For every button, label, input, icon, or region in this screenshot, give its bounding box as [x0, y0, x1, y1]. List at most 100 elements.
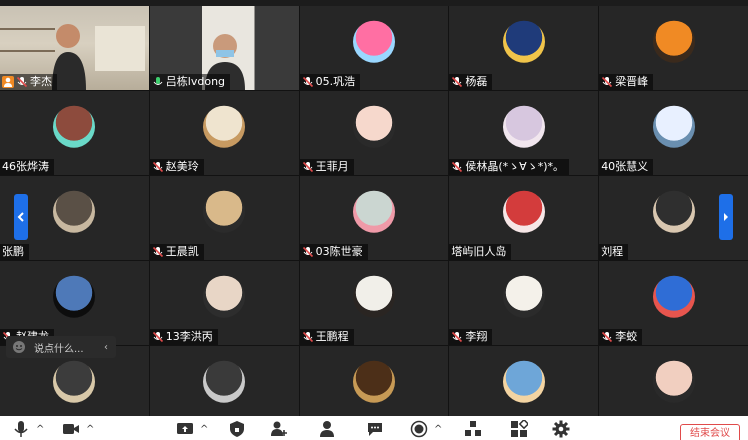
end-meeting-button[interactable]: 结束会议 — [680, 424, 740, 440]
mic-muted-icon — [302, 246, 313, 258]
participant-name: 塔屿旧人岛 — [451, 245, 507, 258]
participant-tile[interactable]: 赵美玲 — [149, 91, 299, 175]
avatar — [53, 275, 96, 318]
chat-button[interactable] — [366, 419, 384, 439]
participants-icon — [320, 421, 334, 437]
participant-name-label: 赵美玲 — [149, 159, 204, 175]
layout-button[interactable] — [464, 419, 482, 439]
mic-muted-icon — [602, 331, 613, 343]
participant-name-label: 40张慧义 — [599, 159, 654, 175]
participant-tile[interactable]: 梁晋峰 — [599, 6, 748, 90]
participant-tile[interactable]: 40张慧义 — [599, 91, 748, 175]
participant-name-label: 王鹏程 — [299, 329, 354, 345]
participant-tile[interactable]: 王菲月 — [299, 91, 449, 175]
participant-name-label: 李蛟 — [599, 329, 643, 345]
chevron-up-icon[interactable]: ^ — [86, 424, 94, 435]
mic-muted-icon — [452, 331, 463, 343]
participant-tile[interactable] — [599, 346, 748, 416]
mic-muted-icon — [152, 161, 163, 173]
chevron-up-icon[interactable]: ^ — [36, 424, 44, 435]
mic-icon — [153, 77, 163, 85]
settings-button[interactable] — [552, 419, 570, 439]
participant-name-label: 刘程 — [599, 244, 629, 260]
participant-name-label: 王菲月 — [299, 159, 354, 175]
participant-tile[interactable]: 李蛟 — [599, 261, 748, 345]
avatar — [352, 190, 395, 233]
avatar — [652, 360, 695, 403]
avatar — [502, 190, 545, 233]
security-icon — [230, 421, 244, 437]
participant-name-label: 13李洪丙 — [149, 329, 218, 345]
share-screen-icon — [177, 423, 193, 434]
avatar — [502, 275, 545, 318]
participant-tile[interactable] — [449, 346, 599, 416]
participant-name: 赵美玲 — [165, 160, 199, 173]
chevron-up-icon[interactable]: ^ — [434, 424, 442, 435]
participant-name: 张鹏 — [2, 245, 24, 258]
chat-input-bar[interactable]: 说点什么... ‹ — [6, 336, 116, 358]
participant-tile[interactable]: 塔屿旧人岛 — [449, 176, 599, 260]
participant-tile[interactable]: 05.巩浩 — [299, 6, 449, 90]
mic-muted-icon — [452, 76, 463, 88]
avatar — [203, 105, 246, 148]
chevron-left-icon[interactable]: ‹ — [104, 342, 108, 353]
chevron-up-icon[interactable]: ^ — [200, 424, 208, 435]
participant-tile[interactable]: 王鹏程 — [299, 261, 449, 345]
avatar — [652, 275, 695, 318]
emoji-icon[interactable] — [12, 340, 26, 354]
participants-button[interactable] — [318, 419, 336, 439]
mic-muted-icon — [302, 161, 313, 173]
avatar — [502, 360, 545, 403]
participant-tile[interactable]: 李翔 — [449, 261, 599, 345]
security-button[interactable] — [228, 419, 246, 439]
avatar — [203, 360, 246, 403]
avatar — [203, 190, 246, 233]
participant-name-label: 03陈世豪 — [299, 244, 368, 260]
participant-name: 王鹏程 — [315, 330, 349, 343]
participant-tile[interactable]: 46张烨涛 — [0, 91, 149, 175]
mic-icon — [14, 421, 28, 437]
participant-tile[interactable]: 李杰 — [0, 6, 149, 90]
participant-tile[interactable]: 赵建龙 — [0, 261, 149, 345]
meeting-window: 李杰 吕栋lvdong 05.巩浩 杨磊 梁晋峰 46张烨涛 赵美玲 王菲月 侯林晶(*ゝ∀ゝ*… — [0, 0, 748, 440]
record-icon — [410, 420, 428, 438]
participant-name-label: 侯林晶(*ゝ∀ゝ*)*。 — [449, 159, 569, 175]
next-page-button[interactable] — [719, 194, 733, 240]
camera-icon — [63, 424, 79, 434]
participant-name: 李翔 — [465, 330, 488, 343]
invite-button[interactable] — [270, 419, 288, 439]
participant-tile[interactable]: 侯林晶(*ゝ∀ゝ*)*。 — [449, 91, 599, 175]
apps-button[interactable] — [510, 419, 528, 439]
host-icon — [2, 76, 14, 88]
participant-name: 刘程 — [601, 245, 624, 258]
avatar — [53, 360, 96, 403]
mic-muted-icon — [302, 331, 313, 343]
participant-tile[interactable]: 杨磊 — [449, 6, 599, 90]
share-screen-button[interactable]: ^ — [176, 419, 208, 439]
avatar — [53, 105, 96, 148]
avatar — [502, 105, 545, 148]
participant-name: 王菲月 — [315, 160, 349, 173]
participant-tile[interactable]: 13李洪丙 — [149, 261, 299, 345]
mic-button[interactable]: ^ — [12, 419, 44, 439]
participant-tile[interactable]: 吕栋lvdong — [149, 6, 299, 90]
mic-muted-icon — [152, 331, 163, 343]
avatar — [502, 20, 545, 63]
camera-button[interactable]: ^ — [62, 419, 94, 439]
participant-tile[interactable]: 王晨凯 — [149, 176, 299, 260]
chat-placeholder: 说点什么... — [34, 343, 84, 355]
layout-icon — [465, 421, 481, 436]
avatar — [652, 20, 695, 63]
apps-icon — [511, 420, 528, 437]
participant-name-label: 李杰 — [0, 74, 57, 90]
record-button[interactable]: ^ — [410, 419, 442, 439]
avatar — [203, 275, 246, 318]
prev-page-button[interactable] — [14, 194, 28, 240]
avatar — [352, 360, 395, 403]
participant-tile[interactable] — [149, 346, 299, 416]
participant-name-label: 李翔 — [449, 329, 493, 345]
participant-tile[interactable] — [299, 346, 449, 416]
participant-name-label: 杨磊 — [449, 74, 493, 90]
participant-name: 13李洪丙 — [165, 330, 213, 343]
participant-tile[interactable]: 03陈世豪 — [299, 176, 449, 260]
